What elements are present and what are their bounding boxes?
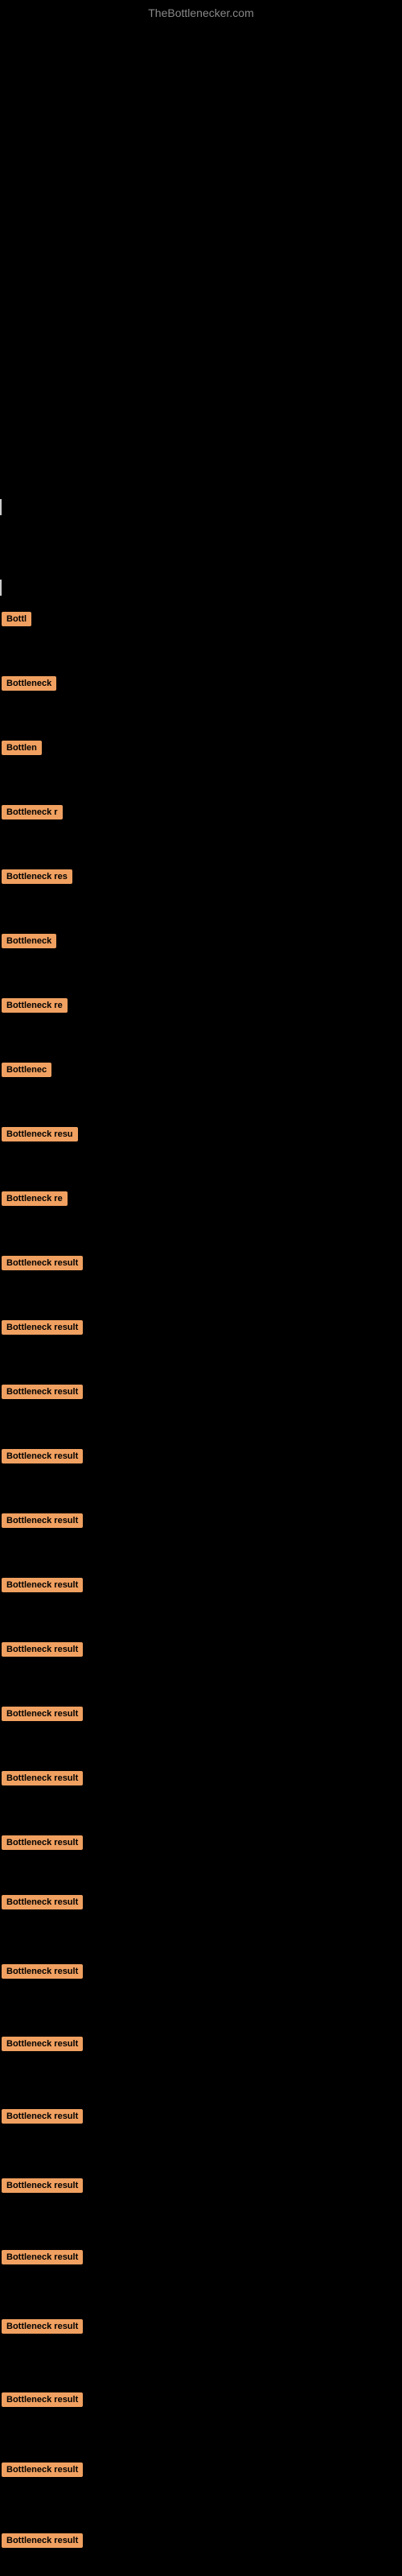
bottleneck-result-badge[interactable]: Bottleneck result [2, 2462, 83, 2477]
bottleneck-result-badge[interactable]: Bottleneck [2, 934, 56, 948]
bottleneck-result-badge[interactable]: Bottleneck result [2, 2037, 83, 2051]
bottleneck-result-badge[interactable]: Bottleneck result [2, 1320, 83, 1335]
bottleneck-result-badge[interactable]: Bottleneck result [2, 1835, 83, 1850]
bottleneck-result-badge[interactable]: Bottleneck result [2, 1578, 83, 1592]
bottleneck-result-badge[interactable]: Bottleneck result [2, 1256, 83, 1270]
bottleneck-result-badge[interactable]: Bottleneck result [2, 1385, 83, 1399]
bottleneck-result-badge[interactable]: Bottleneck result [2, 2109, 83, 2124]
bottleneck-result-badge[interactable]: Bottleneck re [2, 998, 68, 1013]
bottleneck-result-badge[interactable]: Bottleneck result [2, 2392, 83, 2407]
bottleneck-result-badge[interactable]: Bottleneck result [2, 1707, 83, 1721]
bottleneck-result-badge[interactable]: Bottleneck result [2, 2178, 83, 2193]
bottleneck-result-badge[interactable]: Bottleneck result [2, 1771, 83, 1785]
bottleneck-result-badge[interactable]: Bottleneck res [2, 869, 72, 884]
bottleneck-result-badge[interactable]: Bottleneck result [2, 1513, 83, 1528]
bottleneck-result-badge[interactable]: Bottleneck result [2, 2319, 83, 2334]
bottleneck-result-badge[interactable]: Bottleneck result [2, 1449, 83, 1463]
cursor-line-1 [0, 499, 2, 515]
bottleneck-result-badge[interactable]: Bottlenec [2, 1063, 51, 1077]
bottleneck-result-badge[interactable]: Bottleneck [2, 676, 56, 691]
bottleneck-result-badge[interactable]: Bottleneck result [2, 1964, 83, 1979]
bottleneck-result-badge[interactable]: Bottleneck re [2, 1191, 68, 1206]
bottleneck-result-badge[interactable]: Bottleneck result [2, 1895, 83, 1909]
bottleneck-result-badge[interactable]: Bottl [2, 612, 31, 626]
bottleneck-result-badge[interactable]: Bottleneck resu [2, 1127, 78, 1141]
bottleneck-result-badge[interactable]: Bottleneck result [2, 2250, 83, 2264]
bottleneck-result-badge[interactable]: Bottleneck r [2, 805, 63, 819]
cursor-line-2 [0, 580, 2, 596]
bottleneck-result-badge[interactable]: Bottleneck result [2, 1642, 83, 1657]
bottleneck-result-badge[interactable]: Bottlen [2, 741, 42, 755]
bottleneck-result-badge[interactable]: Bottleneck result [2, 2533, 83, 2548]
site-title: TheBottlenecker.com [148, 6, 254, 19]
